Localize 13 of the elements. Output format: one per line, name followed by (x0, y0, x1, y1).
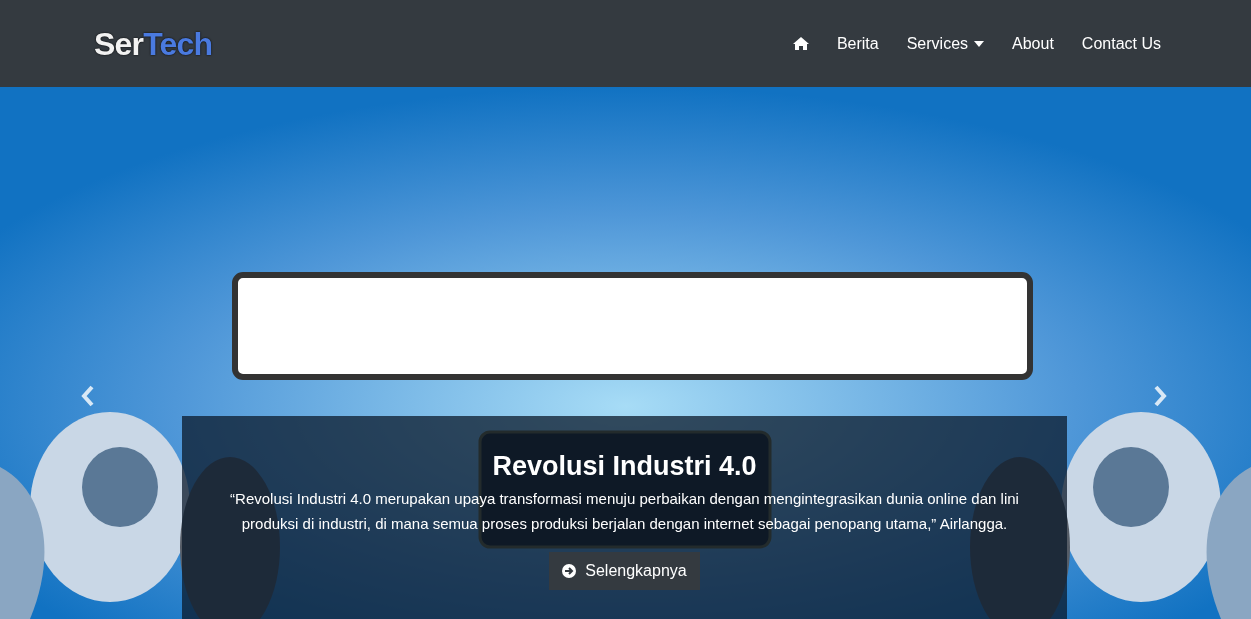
arrow-circle-icon (562, 564, 577, 578)
caret-icon (974, 40, 985, 47)
nav-link[interactable]: About (998, 23, 1068, 64)
next-slide-icon[interactable] (1152, 385, 1168, 407)
read-more-button[interactable]: Selengkapnya (549, 552, 700, 590)
services-dropdown[interactable]: Services (892, 23, 999, 64)
caption-title: Revolusi Industri 4.0 (492, 450, 757, 483)
home-icon[interactable] (792, 37, 809, 50)
previous-slide-icon[interactable] (80, 385, 96, 407)
logo[interactable]: SerTech (94, 19, 213, 68)
nav-link[interactable]: Berita (822, 23, 893, 64)
nav-link[interactable]: Contact Us (1067, 23, 1175, 64)
caption-text: “Revolusi Industri 4.0 merupakan upaya transformasi menuju perbaikan dengan mengintegrasikan dunia online dan lini produksi di industri, di mana semua proses produksi berjalan dengan internet sebagai penopang utama,” Airlangga. (229, 489, 1020, 534)
